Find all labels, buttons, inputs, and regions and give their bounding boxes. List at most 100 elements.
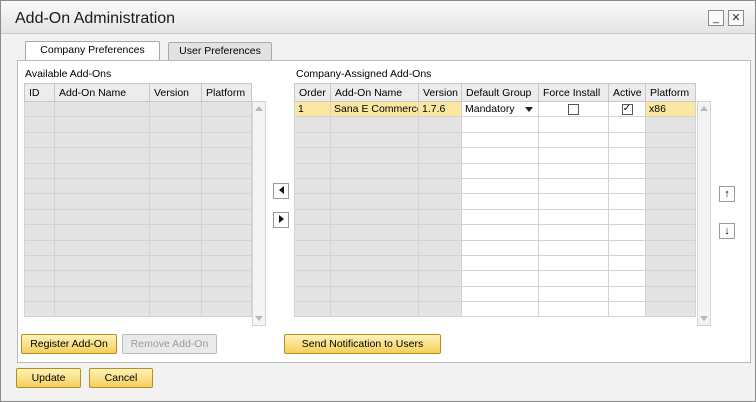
grid-cell (24, 177, 55, 195)
table-row[interactable] (294, 208, 696, 226)
table-row[interactable] (294, 131, 696, 149)
close-icon[interactable]: ✕ (728, 10, 744, 26)
send-notification-button[interactable]: Send Notification to Users (284, 334, 441, 354)
tab-user-preferences[interactable]: User Preferences (168, 42, 272, 60)
grid-cell (418, 239, 462, 256)
table-row[interactable] (294, 239, 696, 256)
table-row[interactable] (294, 254, 696, 272)
grid-cell (149, 177, 202, 195)
column-header-order[interactable]: Order (294, 83, 331, 102)
grid-cell (24, 270, 55, 287)
column-header-addon-name[interactable]: Add-On Name (54, 83, 150, 102)
table-row[interactable] (294, 270, 696, 287)
grid-cell (645, 162, 696, 179)
table-row[interactable] (24, 254, 252, 272)
register-addon-button[interactable]: Register Add-On (21, 334, 117, 354)
table-row[interactable] (24, 224, 252, 241)
grid-cell (461, 131, 539, 149)
column-header-id[interactable]: ID (24, 83, 55, 102)
table-row[interactable] (294, 177, 696, 195)
available-grid-scrollbar[interactable] (252, 101, 266, 326)
grid-cell (645, 147, 696, 164)
active-checkbox[interactable]: ✓ (621, 103, 633, 115)
grid-cell (608, 147, 646, 164)
table-row[interactable] (294, 147, 696, 164)
column-header-version[interactable]: Version (149, 83, 202, 102)
grid-cell (294, 193, 331, 210)
scroll-down-icon[interactable] (255, 316, 263, 321)
table-row[interactable] (24, 162, 252, 179)
cell-platform: x86 (645, 100, 696, 118)
grid-cell (294, 147, 331, 164)
arrow-right-icon (278, 215, 284, 224)
grid-cell (461, 116, 539, 133)
scroll-up-icon[interactable] (700, 106, 708, 111)
column-header-active[interactable]: Active (608, 83, 646, 102)
cancel-button[interactable]: Cancel (89, 368, 153, 388)
table-row[interactable] (294, 193, 696, 210)
table-row[interactable] (24, 116, 252, 133)
grid-cell (330, 254, 419, 272)
grid-cell (461, 285, 539, 303)
grid-cell (294, 239, 331, 256)
grid-cell (330, 239, 419, 256)
default-group-value: Mandatory (465, 103, 515, 116)
grid-cell (149, 285, 202, 303)
column-header-addon-name[interactable]: Add-On Name (330, 83, 419, 102)
minimize-icon[interactable]: _ (708, 10, 724, 26)
move-right-button[interactable] (273, 212, 289, 228)
grid-cell (418, 131, 462, 149)
table-row[interactable] (24, 100, 252, 118)
column-header-force-install[interactable]: Force Install (538, 83, 609, 102)
table-row[interactable] (24, 239, 252, 256)
table-row[interactable] (24, 147, 252, 164)
grid-cell (54, 224, 150, 241)
cell-force-install (538, 100, 609, 118)
default-group-dropdown[interactable]: Mandatory (461, 100, 539, 118)
scroll-up-icon[interactable] (255, 106, 263, 111)
grid-cell (330, 177, 419, 195)
grid-cell (418, 177, 462, 195)
table-row[interactable] (24, 193, 252, 210)
grid-cell (608, 285, 646, 303)
available-addons-grid[interactable]: ID Add-On Name Version Platform (24, 83, 252, 318)
grid-cell (54, 147, 150, 164)
grid-cell (330, 208, 419, 226)
table-row[interactable]: 1 Sana E Commerce 1.7.6 Mandatory ✓ x86 (294, 100, 696, 118)
grid-cell (461, 177, 539, 195)
grid-cell (645, 193, 696, 210)
grid-cell (645, 131, 696, 149)
table-row[interactable] (24, 208, 252, 226)
update-button[interactable]: Update (16, 368, 81, 388)
table-row[interactable] (24, 285, 252, 303)
grid-cell (538, 270, 609, 287)
table-row[interactable] (24, 301, 252, 318)
grid-cell (54, 100, 150, 118)
move-up-button[interactable]: ↑ (719, 186, 735, 202)
grid-cell (149, 208, 202, 226)
remove-addon-button[interactable]: Remove Add-On (122, 334, 217, 354)
column-header-version[interactable]: Version (418, 83, 462, 102)
scroll-down-icon[interactable] (700, 316, 708, 321)
table-row[interactable] (24, 270, 252, 287)
force-install-checkbox[interactable] (568, 103, 579, 115)
column-header-platform[interactable]: Platform (201, 83, 252, 102)
move-left-button[interactable] (273, 183, 289, 199)
grid-cell (201, 162, 252, 179)
tab-company-preferences[interactable]: Company Preferences (25, 41, 160, 61)
table-row[interactable] (24, 177, 252, 195)
chevron-down-icon[interactable] (525, 107, 533, 113)
column-header-platform[interactable]: Platform (645, 83, 696, 102)
table-row[interactable] (294, 116, 696, 133)
grid-cell (538, 224, 609, 241)
assigned-grid-scrollbar[interactable] (697, 101, 711, 326)
move-down-button[interactable]: ↓ (719, 223, 735, 239)
table-row[interactable] (294, 285, 696, 303)
column-header-default-group[interactable]: Default Group (461, 83, 539, 102)
grid-cell (538, 193, 609, 210)
table-row[interactable] (294, 224, 696, 241)
table-row[interactable] (294, 301, 696, 318)
table-row[interactable] (294, 162, 696, 179)
table-row[interactable] (24, 131, 252, 149)
assigned-addons-grid[interactable]: Order Add-On Name Version Default Group … (294, 83, 696, 318)
